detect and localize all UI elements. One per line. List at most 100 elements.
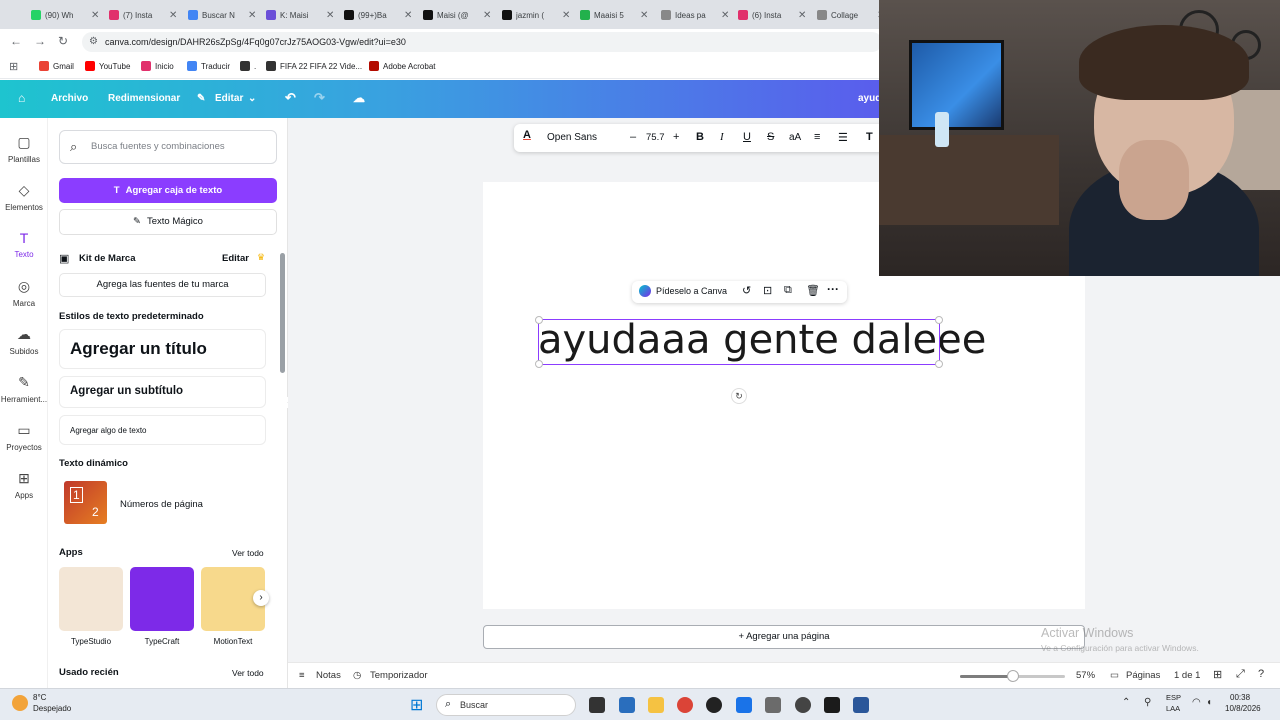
- italic-icon[interactable]: I: [720, 131, 724, 143]
- browser-tab[interactable]: Buscar N ✕: [188, 4, 256, 26]
- apps-next-icon[interactable]: ›: [253, 590, 269, 606]
- apps-see-all-link[interactable]: Ver todo: [232, 548, 264, 558]
- app-icon-1[interactable]: [619, 697, 635, 713]
- redimensionar-button[interactable]: Redimensionar: [108, 93, 180, 104]
- text-spacing-icon[interactable]: T: [866, 131, 873, 143]
- comment-icon[interactable]: ↺: [742, 284, 751, 297]
- redo-icon[interactable]: ↷: [314, 90, 325, 106]
- app-icon-2[interactable]: [736, 697, 752, 713]
- clock-date[interactable]: 10/8/2026: [1225, 704, 1261, 713]
- grid-view-icon[interactable]: ⊞: [1213, 668, 1222, 681]
- chrome-icon[interactable]: [677, 697, 693, 713]
- tab-close-icon[interactable]: ✕: [562, 10, 570, 21]
- tab-close-icon[interactable]: ✕: [404, 10, 412, 21]
- rotate-icon[interactable]: ↻: [731, 388, 747, 404]
- browser-tab[interactable]: (6) Insta ✕: [738, 4, 806, 26]
- tab-close-icon[interactable]: ✕: [248, 10, 256, 21]
- tab-close-icon[interactable]: ✕: [640, 10, 648, 21]
- home-icon[interactable]: ⌂: [18, 91, 25, 105]
- bold-icon[interactable]: B: [696, 131, 704, 143]
- tray-network-icon[interactable]: ⚲: [1144, 697, 1151, 708]
- rail-item-plantillas[interactable]: ▢ Plantillas: [0, 134, 48, 164]
- add-subtitle-card[interactable]: Agregar un subtítulo: [59, 376, 266, 408]
- letter-case-icon[interactable]: aA: [789, 132, 801, 143]
- rail-item-texto[interactable]: T Texto: [0, 230, 48, 259]
- browser-tab[interactable]: Ideas pa ✕: [661, 4, 729, 26]
- page-numbers-card[interactable]: 1 2 Números de página: [59, 476, 266, 531]
- rail-item-marca[interactable]: ◎ Marca: [0, 278, 48, 308]
- bookmark-item[interactable]: FIFA 22 FIFA 22 Vide...: [266, 61, 362, 71]
- browser-tab[interactable]: K: Maisi ✕: [266, 4, 334, 26]
- panel-scrollbar[interactable]: [280, 253, 285, 373]
- volume-icon[interactable]: ◖: [1206, 697, 1212, 708]
- chevron-down-icon[interactable]: ⌄: [248, 93, 256, 104]
- list-icon[interactable]: ☰: [838, 131, 848, 144]
- file-explorer-icon[interactable]: [648, 697, 664, 713]
- app-card[interactable]: TypeStudio: [59, 567, 123, 646]
- site-settings-icon[interactable]: ⚙: [89, 32, 98, 52]
- app-card[interactable]: MotionText: [201, 567, 265, 646]
- undo-icon[interactable]: ↶: [285, 90, 296, 106]
- archivo-menu[interactable]: Archivo: [51, 93, 88, 104]
- editar-menu[interactable]: Editar: [215, 93, 243, 104]
- tab-close-icon[interactable]: ✕: [326, 10, 334, 21]
- app-icon-4[interactable]: [795, 697, 811, 713]
- rail-item-apps[interactable]: ⊞ Apps: [0, 470, 48, 500]
- browser-tab[interactable]: jazmin (✕: [502, 4, 570, 26]
- resize-handle-bottom-left[interactable]: [535, 360, 543, 368]
- tray-chevron-icon[interactable]: ⌃: [1122, 697, 1130, 708]
- add-brand-fonts-button[interactable]: Agrega las fuentes de tu marca: [59, 273, 266, 297]
- bookmark-item[interactable]: .: [240, 61, 256, 71]
- recent-see-all-link[interactable]: Ver todo: [232, 668, 264, 678]
- keyboard-layout[interactable]: LAA: [1166, 704, 1180, 713]
- rail-item-proyectos[interactable]: ▭ Proyectos: [0, 422, 48, 452]
- zoom-level[interactable]: 57%: [1076, 670, 1095, 681]
- app-icon-3[interactable]: [765, 697, 781, 713]
- back-icon[interactable]: ←: [10, 34, 22, 48]
- browser-tab[interactable]: Maisi (@ ✕: [423, 4, 491, 26]
- notes-button[interactable]: Notas: [316, 670, 341, 681]
- wifi-icon[interactable]: ◠: [1192, 697, 1201, 708]
- delete-icon[interactable]: 🗑: [806, 284, 820, 297]
- resize-handle-bottom-right[interactable]: [935, 360, 943, 368]
- bookmark-item[interactable]: YouTube: [85, 61, 130, 71]
- fullscreen-icon[interactable]: ⤢: [1236, 668, 1245, 681]
- ask-canva-button[interactable]: Pídeselo a Canva: [656, 286, 727, 296]
- timer-button[interactable]: Temporizador: [370, 670, 428, 681]
- bookmark-item[interactable]: Traducir: [187, 61, 230, 71]
- rail-item-herramient[interactable]: ✎ Herramient...: [0, 374, 48, 404]
- lock-icon[interactable]: ⊡: [763, 284, 772, 297]
- browser-tab[interactable]: (99+)Ba ✕: [344, 4, 412, 26]
- rail-item-elementos[interactable]: ◇ Elementos: [0, 182, 48, 212]
- strikethrough-icon[interactable]: S: [767, 131, 774, 143]
- taskbar-search-input[interactable]: ⌕ Buscar: [436, 694, 576, 716]
- tab-close-icon[interactable]: ✕: [798, 10, 806, 21]
- task-view-icon[interactable]: [589, 697, 605, 713]
- windows-start-icon[interactable]: ⊞: [410, 695, 423, 715]
- bookmark-item[interactable]: Inicio: [141, 61, 174, 71]
- resize-handle-top-right[interactable]: [935, 316, 943, 324]
- language-code[interactable]: ESP: [1166, 693, 1181, 702]
- bookmark-item[interactable]: Adobe Acrobat: [369, 61, 435, 71]
- add-page-button[interactable]: + Agregar una página: [483, 625, 1085, 649]
- zoom-slider-thumb[interactable]: [1006, 670, 1019, 682]
- duplicate-icon[interactable]: ⧉: [784, 284, 792, 297]
- tab-close-icon[interactable]: ✕: [721, 10, 729, 21]
- word-icon[interactable]: [853, 697, 869, 713]
- app-card[interactable]: TypeCraft: [130, 567, 194, 646]
- apps-grid-icon[interactable]: ⊞: [9, 60, 18, 73]
- add-text-box-button[interactable]: T Agregar caja de texto: [59, 178, 277, 203]
- forward-icon[interactable]: →: [34, 34, 46, 48]
- font-family-select[interactable]: Open Sans: [547, 132, 597, 143]
- help-icon[interactable]: ?: [1258, 668, 1264, 680]
- media-player-icon[interactable]: [706, 697, 722, 713]
- tab-close-icon[interactable]: ✕: [483, 10, 491, 21]
- resize-handle-top-left[interactable]: [535, 316, 543, 324]
- font-size-minus[interactable]: –: [630, 131, 636, 143]
- text-color-icon[interactable]: A: [523, 129, 531, 141]
- font-size-input[interactable]: 75.7: [646, 132, 665, 143]
- browser-tab[interactable]: (7) Insta ✕: [109, 4, 177, 26]
- rail-item-subidos[interactable]: ☁ Subidos: [0, 326, 48, 356]
- url-input[interactable]: ⚙ canva.com/design/DAHR26sZpSg/4Fq0g07cr…: [82, 32, 882, 52]
- tab-close-icon[interactable]: ✕: [169, 10, 177, 21]
